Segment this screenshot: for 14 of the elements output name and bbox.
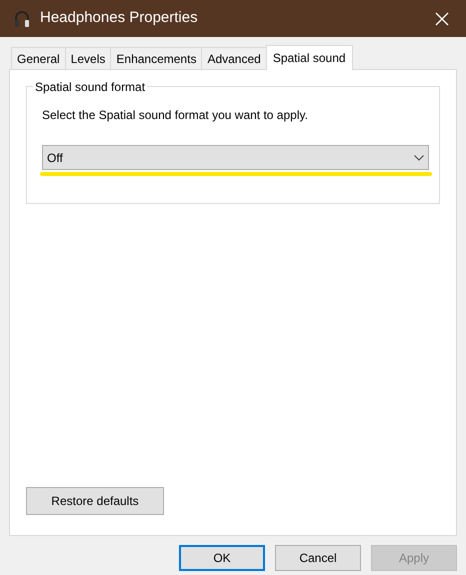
- headphones-icon: [14, 10, 30, 28]
- tab[interactable]: Spatial sound: [266, 45, 353, 70]
- dialog-button[interactable]: Cancel: [275, 545, 361, 571]
- format-dropdown[interactable]: Off: [42, 145, 429, 170]
- window-title: Headphones Properties: [40, 8, 198, 28]
- tab[interactable]: Advanced: [201, 47, 266, 69]
- tab[interactable]: Enhancements: [110, 47, 202, 69]
- instruction-text: Select the Spatial sound format you want to apply.: [42, 107, 309, 124]
- dialog-button[interactable]: OK: [179, 545, 265, 571]
- chevron-down-icon: [414, 154, 424, 160]
- restore-defaults-button[interactable]: Restore defaults: [26, 487, 164, 515]
- tab[interactable]: Levels: [64, 47, 110, 69]
- close-icon: [435, 12, 449, 26]
- tab[interactable]: General: [11, 47, 65, 69]
